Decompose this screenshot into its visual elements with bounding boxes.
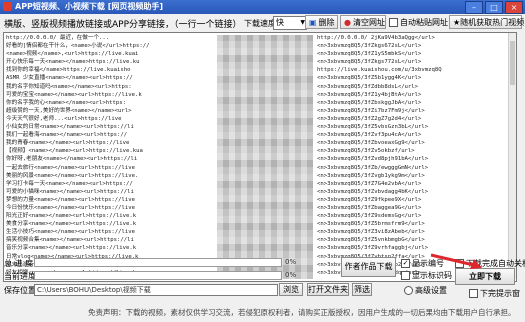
author-works-download-button[interactable]: 作者作品下载 [341,257,396,277]
checkbox-box: ✓ [401,259,410,268]
maximize-button[interactable]: □ [485,1,503,14]
link-line: 找到你的幸福</name>https://live.kuaisho [6,67,131,74]
checkbox-box [455,259,464,268]
vertical-scrollbar[interactable] [508,33,516,279]
link-line: <n>3xbvmzq8Q5/3fZkgs672sL</url> [317,43,422,50]
show-recog-checkbox[interactable]: 显示标识码 [401,270,452,281]
link-line: https://live.kuaishou.com/u/3xbvmzq8Q [317,67,442,74]
link-line: 你好呀,老朋友<name></name><url>https://li [6,156,138,163]
completion-prompt-checkbox[interactable]: 下完提示窗 [469,288,520,299]
input-hint: 横版、竖版视频播放链接或APP分享链接，（一行一个链接） [4,20,242,30]
link-line: http://0.0.0.0/ 2jKa9V4b3aQgg</url> [317,35,435,41]
link-line: <n>3xbvmzq8Q5/3fZ2gZ7g2d4</url> [317,115,422,122]
app-window: APP短视频、小视频下载 [网页视频助手] – □ × 横版、竖版视频播放链接或… [0,0,525,322]
filter-button[interactable]: 筛选 [352,283,372,296]
link-line: 一起去旅行<name></name><url>https://live [6,164,136,171]
link-line: <n>3xbvmzq8Q5/3fZvgb1ykg9m</url> [317,172,425,179]
link-line: 【视频】<name></name><url>https://live.kua [6,148,143,155]
title-bar: APP短视频、小视频下载 [网页视频助手] – □ × [0,0,525,14]
checkbox-box [401,271,410,280]
auto-paste-checkbox[interactable]: 自动粘贴网址 [389,17,448,28]
link-line: <n>3xbvmzq8Q5/3fZ1yS5mbkS</url> [317,51,422,58]
checkbox-box [389,18,398,27]
show-index-checkbox[interactable]: ✓ 显示编号 [401,258,444,269]
link-line: 可爱的小猫咪<name></name><url>https://li [6,188,134,195]
link-line: <n>3xbvmzq8Q5/3fZvd8pjh91bA</url> [317,156,429,163]
link-line: <n>3xbvmzq8Q5/3fZ5brmsfrm9</url> [317,221,425,228]
window-controls: – □ × [465,1,523,14]
clear-icon: ● [344,18,351,27]
total-progress-percent: 0% [285,258,297,266]
link-line: 你的名字我的心<name></name><url>https: [6,99,126,106]
link-line: <n>3xbvmzq8Q5/3fZv5okbzf/url> [317,148,415,155]
link-line: 小仙女的日常<name></name><url>https://li [6,124,134,131]
link-line: <n>3xbvmzq8Q5/3fZbskggJbA</url> [317,99,422,106]
link-line: 开心快乐每一天<name></name>https://live.ku [6,59,140,66]
link-line: <n>3xbvmzq8Q5/3fZ5vbsGzn3bL</url> [317,124,429,131]
link-list-right: http://0.0.0.0/ 2jKa9V4b3aQgg</url> <n>3x… [317,34,509,277]
blurred-region [217,35,313,279]
link-line: <n>3xbvmzq8Q5/3fZ5b1ygg4K</url> [317,75,422,82]
link-line: <n>3xbvmzq8Q5/3fZbaggea9G</url> [317,204,422,211]
clear-url-button[interactable]: ● 清空网址 [340,15,386,29]
advanced-settings-option[interactable]: 高级设置 [404,285,447,296]
current-progress-bar [34,271,282,280]
link-line: 好看的]情侣都在干什么，<name>小说</url>https:// [6,43,150,50]
link-line: <n>3xbvmzq8Q5/3fZ3vi8zAbeb</url> [317,229,425,236]
link-line: 今日份快乐<name></name><url>https://live [6,204,136,211]
link-line: <n>3xbvmzq8Q5/3fZ1y4bjBtA</url> [317,91,422,98]
url-textarea[interactable]: http://0.0.0.0/ 最近，在做一个... 好看的]情侣都在干什么，<n… [3,32,517,282]
save-path-input[interactable]: C:\Users\BOHU\Desktop\视频下载 [34,284,278,296]
link-line: <n>3xbvmzq8Q5/3fZvf3pu4cA</url> [317,132,422,139]
link-line: 我们一起看海<name></name><url>https:// [6,132,128,139]
open-folder-button[interactable]: 打开文件夹 [307,283,349,296]
delete-icon: ▣ [309,18,317,27]
link-line: 我的名字你知道吗<name></name><url>https: [6,83,132,90]
link-line: 梦想的力量<name></name><url>https://live [6,196,136,203]
link-line: 学习打卡每一天<name></name><url>https:// [6,180,133,187]
link-line: http://0.0.0.0/ 最近，在做一个... [6,35,110,41]
toolbar: 横版、竖版视频播放链接或APP分享链接，（一行一个链接） 下载速度： 快 ▼ ▣… [0,15,525,31]
current-progress-percent: 0% [285,271,297,279]
window-title: APP短视频、小视频下载 [网页视频助手] [15,2,164,11]
link-line: <n>3xbvmzq8Q5/3fZvbvdagg4bK</url> [317,188,429,195]
speed-select[interactable]: 快 ▼ [273,16,307,30]
total-progress-bar [34,258,282,267]
link-line: 可爱的宝宝<name></name><url>https://live.k [6,91,142,98]
start-download-button[interactable]: 立即下载 [455,268,515,285]
link-line: 超级赞的一天,美好的世界<name></name><url> [6,107,132,114]
app-icon [3,2,12,11]
link-line: 今天天气很好,老师...<url>https://live [6,115,122,122]
link-line: 阳光正好<name></name><url>https://live.k [6,213,137,220]
link-line: <n>3xbvmzq8Q5/3fZ9fkpee9X</url> [317,196,422,203]
link-line: 音乐分享<name></name><url>https://live.k [6,245,137,252]
close-button[interactable]: × [505,1,523,14]
link-line: ASMR 少女直播<name></name><url>https:// [6,75,133,82]
speed-value: 快 [276,18,284,27]
disclaimer-text: 免责声明：下载的视频，素材仅供学习交流，若侵犯原权利者，请购买正版授权，因用户生… [88,308,516,317]
link-line: <n>3xbvmzq8Q5/3fZbvoeaxGg9</url> [317,140,425,147]
link-line: <n>3xbvmzq8Q5/3fZ7G4e2vbA</url> [317,180,422,187]
link-line: <n>3xbvmzq8Q5/3fZ9sdemsGg</url> [317,213,422,220]
minimize-button[interactable]: – [465,1,483,14]
link-line: 生活小技巧<name></name><url>https://live [6,229,136,236]
link-line: <n>3xbvmzq8Q5/3fZ5vnkbmgbG</url> [317,237,425,244]
checkbox-box [469,289,478,298]
radio-icon [404,286,413,295]
link-list-left: http://0.0.0.0/ 最近，在做一个... 好看的]情侣都在干什么，<n… [6,34,211,277]
browse-button[interactable]: 浏览 [279,283,303,296]
link-line: <n>3xbvmzq8Q5/3fZi7bz7Fm9j</url> [317,107,425,114]
link-line: <n>3xbvmzq8Q5/3fZdbb8dsL</url> [317,83,419,90]
link-line: <name>视频</name>,<url>https://live.kuai [6,51,139,58]
link-line: 搞笑视频合集<name></name><url>https://li [6,237,134,244]
link-line: 美丽的风景<name></name><url>https://live. [6,172,139,179]
random-hot-video-button[interactable]: ★随机获取热门视频 [449,15,524,29]
delete-button[interactable]: ▣ 删除 [305,15,338,29]
scrollbar-thumb[interactable] [510,41,515,85]
link-line: <n>3xbvmzq8Q5/3fZ9vrhfaggbj</url> [317,245,429,252]
link-line: 我的青春<name></name><url>https://live [6,140,130,147]
link-line: <n>3xbvmzq8Q5/3fZb/ewgggGmN</url> [317,164,429,171]
link-line: 美食分享<name></name><url>https://live.k [6,221,137,228]
link-line: <n>3xbvmzq8Q5/3fZkgs772sL</url> [317,59,422,66]
